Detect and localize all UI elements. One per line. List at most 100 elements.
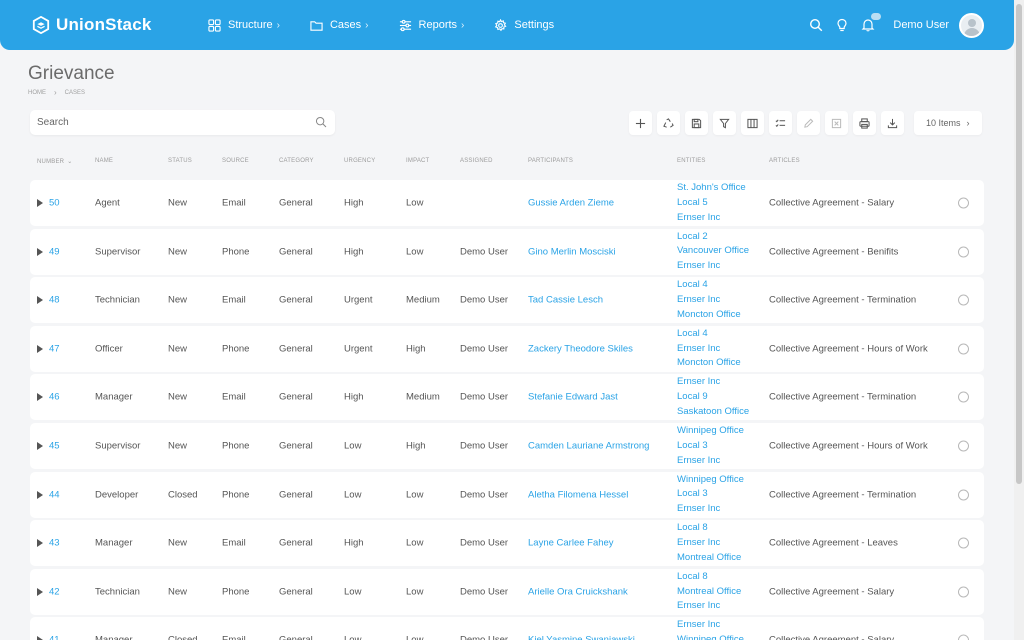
cell-participants[interactable]: Kiel Yasmine Swaniawski	[528, 635, 635, 640]
nav-cases[interactable]: Cases ›	[310, 19, 369, 32]
column-header-number[interactable]: NUMBER ⌄	[37, 158, 72, 165]
user-name[interactable]: Demo User	[893, 19, 949, 31]
row-select-radio[interactable]	[958, 343, 969, 355]
entity-link[interactable]: Ernser Inc	[677, 210, 746, 225]
entity-link[interactable]: Local 3	[677, 487, 744, 502]
column-header-articles[interactable]: ARTICLES	[769, 158, 800, 164]
expand-caret-icon[interactable]	[37, 296, 43, 305]
expand-caret-icon[interactable]	[37, 490, 43, 499]
column-header-category[interactable]: CATEGORY	[279, 158, 314, 164]
entity-link[interactable]: Local 8	[677, 570, 741, 585]
breadcrumb-home[interactable]: HOME	[28, 90, 46, 96]
cell-number[interactable]: 44	[49, 489, 60, 500]
entity-link[interactable]: Local 9	[677, 390, 749, 405]
cell-number[interactable]: 46	[49, 392, 60, 403]
cell-participants[interactable]: Gussie Arden Zieme	[528, 198, 614, 209]
column-header-urgency[interactable]: URGENCY	[344, 158, 375, 164]
entity-link[interactable]: Ernser Inc	[677, 502, 744, 517]
expand-caret-icon[interactable]	[37, 344, 43, 353]
items-per-page-button[interactable]: 10 Items ›	[914, 111, 982, 135]
entity-link[interactable]: Local 2	[677, 229, 749, 244]
column-header-source[interactable]: SOURCE	[222, 158, 249, 164]
entity-link[interactable]: Ernser Inc	[677, 341, 741, 356]
row-select-radio[interactable]	[958, 246, 969, 258]
entity-link[interactable]: Local 8	[677, 521, 741, 536]
entity-link[interactable]: Moncton Office	[677, 356, 741, 371]
entity-link[interactable]: Ernser Inc	[677, 599, 741, 614]
expand-caret-icon[interactable]	[37, 587, 43, 596]
cell-number[interactable]: 48	[49, 295, 60, 306]
cell-number[interactable]: 49	[49, 246, 60, 257]
table-row[interactable]: 45 Supervisor New Phone General Low High Demo U…	[30, 423, 984, 469]
table-row[interactable]: 48 Technician New Email General Urgent Medium D…	[30, 277, 984, 324]
entity-link[interactable]: Moncton Office	[677, 308, 741, 323]
edit-button[interactable]	[797, 111, 820, 135]
column-header-name[interactable]: NAME	[95, 158, 113, 164]
entity-link[interactable]: Ernser Inc	[677, 259, 749, 274]
expand-caret-icon[interactable]	[37, 636, 43, 640]
entity-link[interactable]: Local 4	[677, 278, 741, 293]
checklist-button[interactable]	[769, 111, 792, 135]
table-row[interactable]: 49 Supervisor New Phone General High Low Demo U…	[30, 228, 984, 275]
print-button[interactable]	[853, 111, 876, 135]
entity-link[interactable]: Local 5	[677, 196, 746, 211]
cell-participants[interactable]: Camden Lauriane Armstrong	[528, 441, 649, 452]
entity-link[interactable]: Montreal Office	[677, 551, 741, 566]
entity-link[interactable]: Winnipeg Office	[677, 472, 744, 487]
notifications[interactable]	[861, 13, 882, 32]
brand-logo[interactable]: UnionStack	[32, 15, 208, 35]
entity-link[interactable]: Local 3	[677, 439, 744, 454]
entity-link[interactable]: Montreal Office	[677, 584, 741, 599]
expand-caret-icon[interactable]	[37, 539, 43, 548]
entity-link[interactable]: Winnipeg Office	[677, 633, 744, 640]
entity-link[interactable]: Ernser Inc	[677, 453, 744, 468]
row-select-radio[interactable]	[958, 197, 969, 209]
column-header-impact[interactable]: IMPACT	[406, 158, 429, 164]
cell-participants[interactable]: Arielle Ora Cruickshank	[528, 586, 628, 597]
entity-link[interactable]: Local 4	[677, 327, 741, 342]
delete-button[interactable]	[825, 111, 848, 135]
expand-caret-icon[interactable]	[37, 442, 43, 450]
cell-number[interactable]: 47	[49, 343, 60, 354]
scrollbar-thumb[interactable]	[1016, 4, 1022, 484]
nav-settings[interactable]: Settings	[494, 18, 554, 32]
cell-participants[interactable]: Layne Carlee Fahey	[528, 538, 614, 549]
cell-participants[interactable]: Stefanie Edward Jast	[528, 392, 618, 403]
expand-caret-icon[interactable]	[37, 247, 43, 256]
row-select-radio[interactable]	[958, 634, 969, 640]
entity-link[interactable]: Ernser Inc	[677, 375, 749, 390]
scrollbar[interactable]	[1014, 0, 1024, 640]
entity-link[interactable]: Saskatoon Office	[677, 405, 749, 420]
cell-number[interactable]: 41	[49, 635, 60, 640]
table-row[interactable]: 43 Manager New Email General High Low Demo User…	[30, 520, 984, 567]
cell-number[interactable]: 42	[49, 586, 60, 597]
column-header-participants[interactable]: PARTICIPANTS	[528, 158, 573, 164]
download-button[interactable]	[881, 111, 904, 135]
cell-participants[interactable]: Zackery Theodore Skiles	[528, 343, 633, 354]
row-select-radio[interactable]	[958, 537, 969, 549]
entity-link[interactable]: Ernser Inc	[677, 536, 741, 551]
save-button[interactable]	[685, 111, 708, 135]
column-header-entities[interactable]: ENTITIES	[677, 158, 706, 164]
avatar[interactable]	[959, 12, 984, 38]
entity-link[interactable]: Ernser Inc	[677, 293, 741, 308]
table-row[interactable]: 41 Manager Closed Email General Low Low Demo Us…	[30, 617, 984, 640]
cell-number[interactable]: 43	[49, 538, 60, 549]
column-header-status[interactable]: STATUS	[168, 158, 192, 164]
cell-number[interactable]: 45	[49, 441, 60, 452]
table-row[interactable]: 50 Agent New Email General High Low Gussie Arde…	[30, 180, 984, 226]
expand-caret-icon[interactable]	[37, 199, 43, 207]
nav-structure[interactable]: Structure ›	[208, 18, 280, 32]
entity-link[interactable]: Winnipeg Office	[677, 424, 744, 439]
search-icon[interactable]	[809, 18, 823, 32]
add-button[interactable]	[629, 111, 652, 135]
recycle-button[interactable]	[657, 111, 680, 135]
cell-participants[interactable]: Tad Cassie Lesch	[528, 295, 603, 306]
entity-link[interactable]: St. John's Office	[677, 181, 746, 196]
column-header-assigned[interactable]: ASSIGNED	[460, 158, 493, 164]
lightbulb-icon[interactable]	[835, 18, 849, 32]
columns-button[interactable]	[741, 111, 764, 135]
cell-participants[interactable]: Aletha Filomena Hessel	[528, 489, 628, 500]
search-icon[interactable]	[315, 116, 327, 128]
row-select-radio[interactable]	[958, 440, 969, 452]
